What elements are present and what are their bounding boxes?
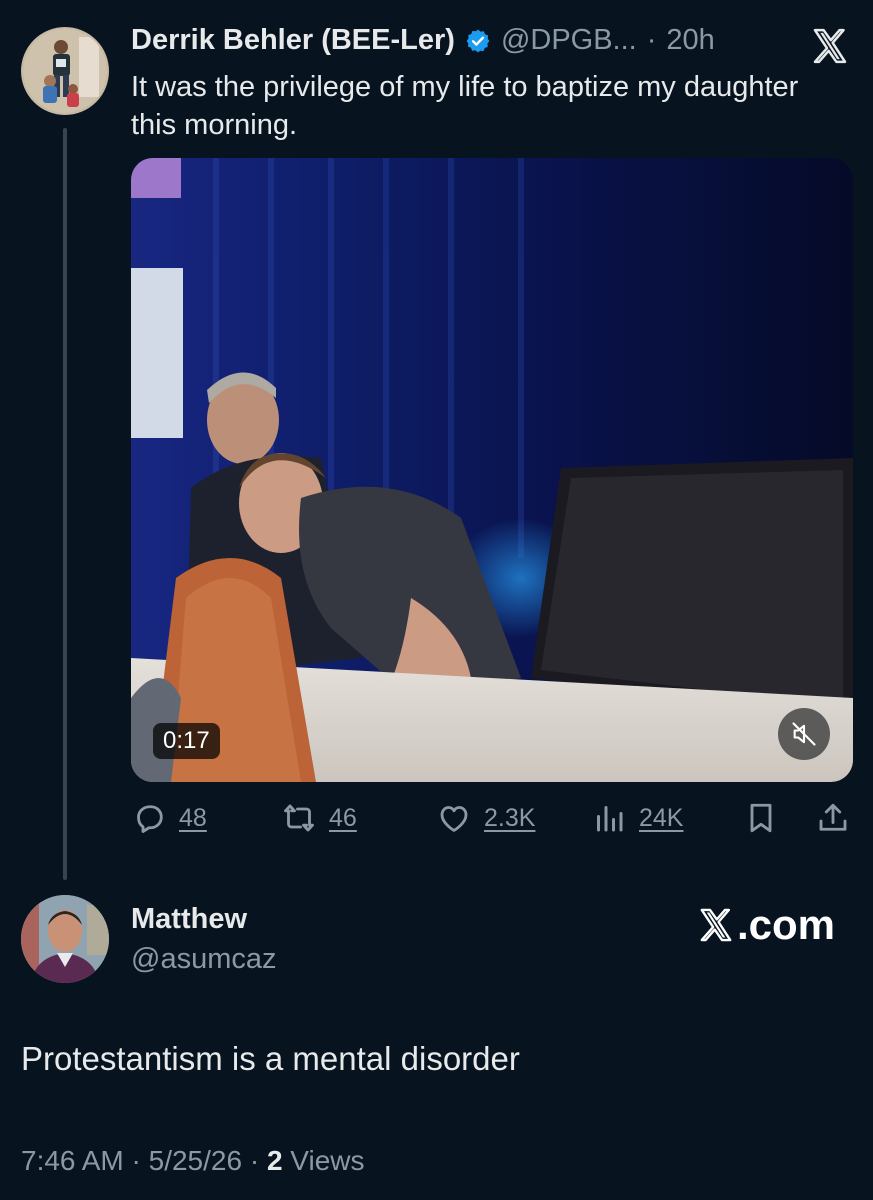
post-header: Derrik Behler (BEE-Ler) @DPGB... · 20h (131, 24, 715, 57)
separator-dot: · (646, 24, 657, 56)
reply-text: Protestantism is a mental disorder (21, 1040, 520, 1077)
author-handle[interactable]: @DPGB... (501, 24, 637, 57)
share-button[interactable] (815, 800, 851, 836)
video-frame (131, 158, 853, 782)
x-com-watermark: .com (697, 901, 835, 949)
x-logo-icon (700, 908, 732, 942)
reply-button[interactable]: 48 (131, 800, 207, 836)
post-action-bar: 48 46 2.3K 24K (131, 800, 853, 840)
share-icon (819, 803, 847, 831)
bookmark-button[interactable] (743, 800, 779, 836)
post-screenshot: Derrik Behler (BEE-Ler) @DPGB... · 20h I… (0, 0, 873, 1200)
post-time[interactable]: 20h (666, 24, 714, 57)
muted-speaker-icon (792, 722, 816, 746)
reply-author-handle[interactable]: @asumcaz (131, 943, 276, 976)
video-duration: 0:17 (153, 723, 220, 759)
views-count: 24K (639, 803, 684, 832)
mute-button[interactable] (778, 708, 830, 760)
post-text: It was the privilege of my life to bapti… (131, 71, 799, 141)
reply-meta: 7:46 AM · 5/25/26 · 2 Views (21, 1145, 364, 1177)
repost-count: 46 (329, 803, 357, 832)
bookmark-icon (750, 803, 772, 833)
reply-icon (137, 805, 163, 833)
separator-dot: · (249, 1145, 260, 1176)
reply-views-count: 2 (266, 1145, 283, 1176)
heart-icon (440, 806, 468, 832)
repost-button[interactable]: 46 (281, 800, 357, 836)
watermark-text: .com (737, 901, 836, 948)
reply-count: 48 (179, 803, 207, 832)
reply-author-name[interactable]: Matthew (131, 903, 247, 936)
reply-date[interactable]: 5/25/26 (149, 1145, 242, 1176)
views-chart-icon (597, 806, 623, 832)
reply-time[interactable]: 7:46 AM (21, 1145, 124, 1176)
views-button[interactable]: 24K (591, 800, 683, 836)
post-video[interactable]: 0:17 (131, 158, 853, 782)
thread-connector-line (63, 128, 67, 880)
reply-author-avatar[interactable] (21, 895, 109, 983)
separator-dot: · (131, 1145, 141, 1176)
verified-badge-icon (465, 28, 491, 54)
x-logo-icon (810, 26, 850, 66)
repost-icon (284, 804, 314, 832)
reply-views-label: Views (290, 1145, 365, 1176)
author-name[interactable]: Derrik Behler (BEE-Ler) (131, 24, 455, 57)
like-count: 2.3K (484, 803, 536, 832)
like-button[interactable]: 2.3K (436, 800, 535, 836)
author-avatar[interactable] (21, 27, 109, 115)
